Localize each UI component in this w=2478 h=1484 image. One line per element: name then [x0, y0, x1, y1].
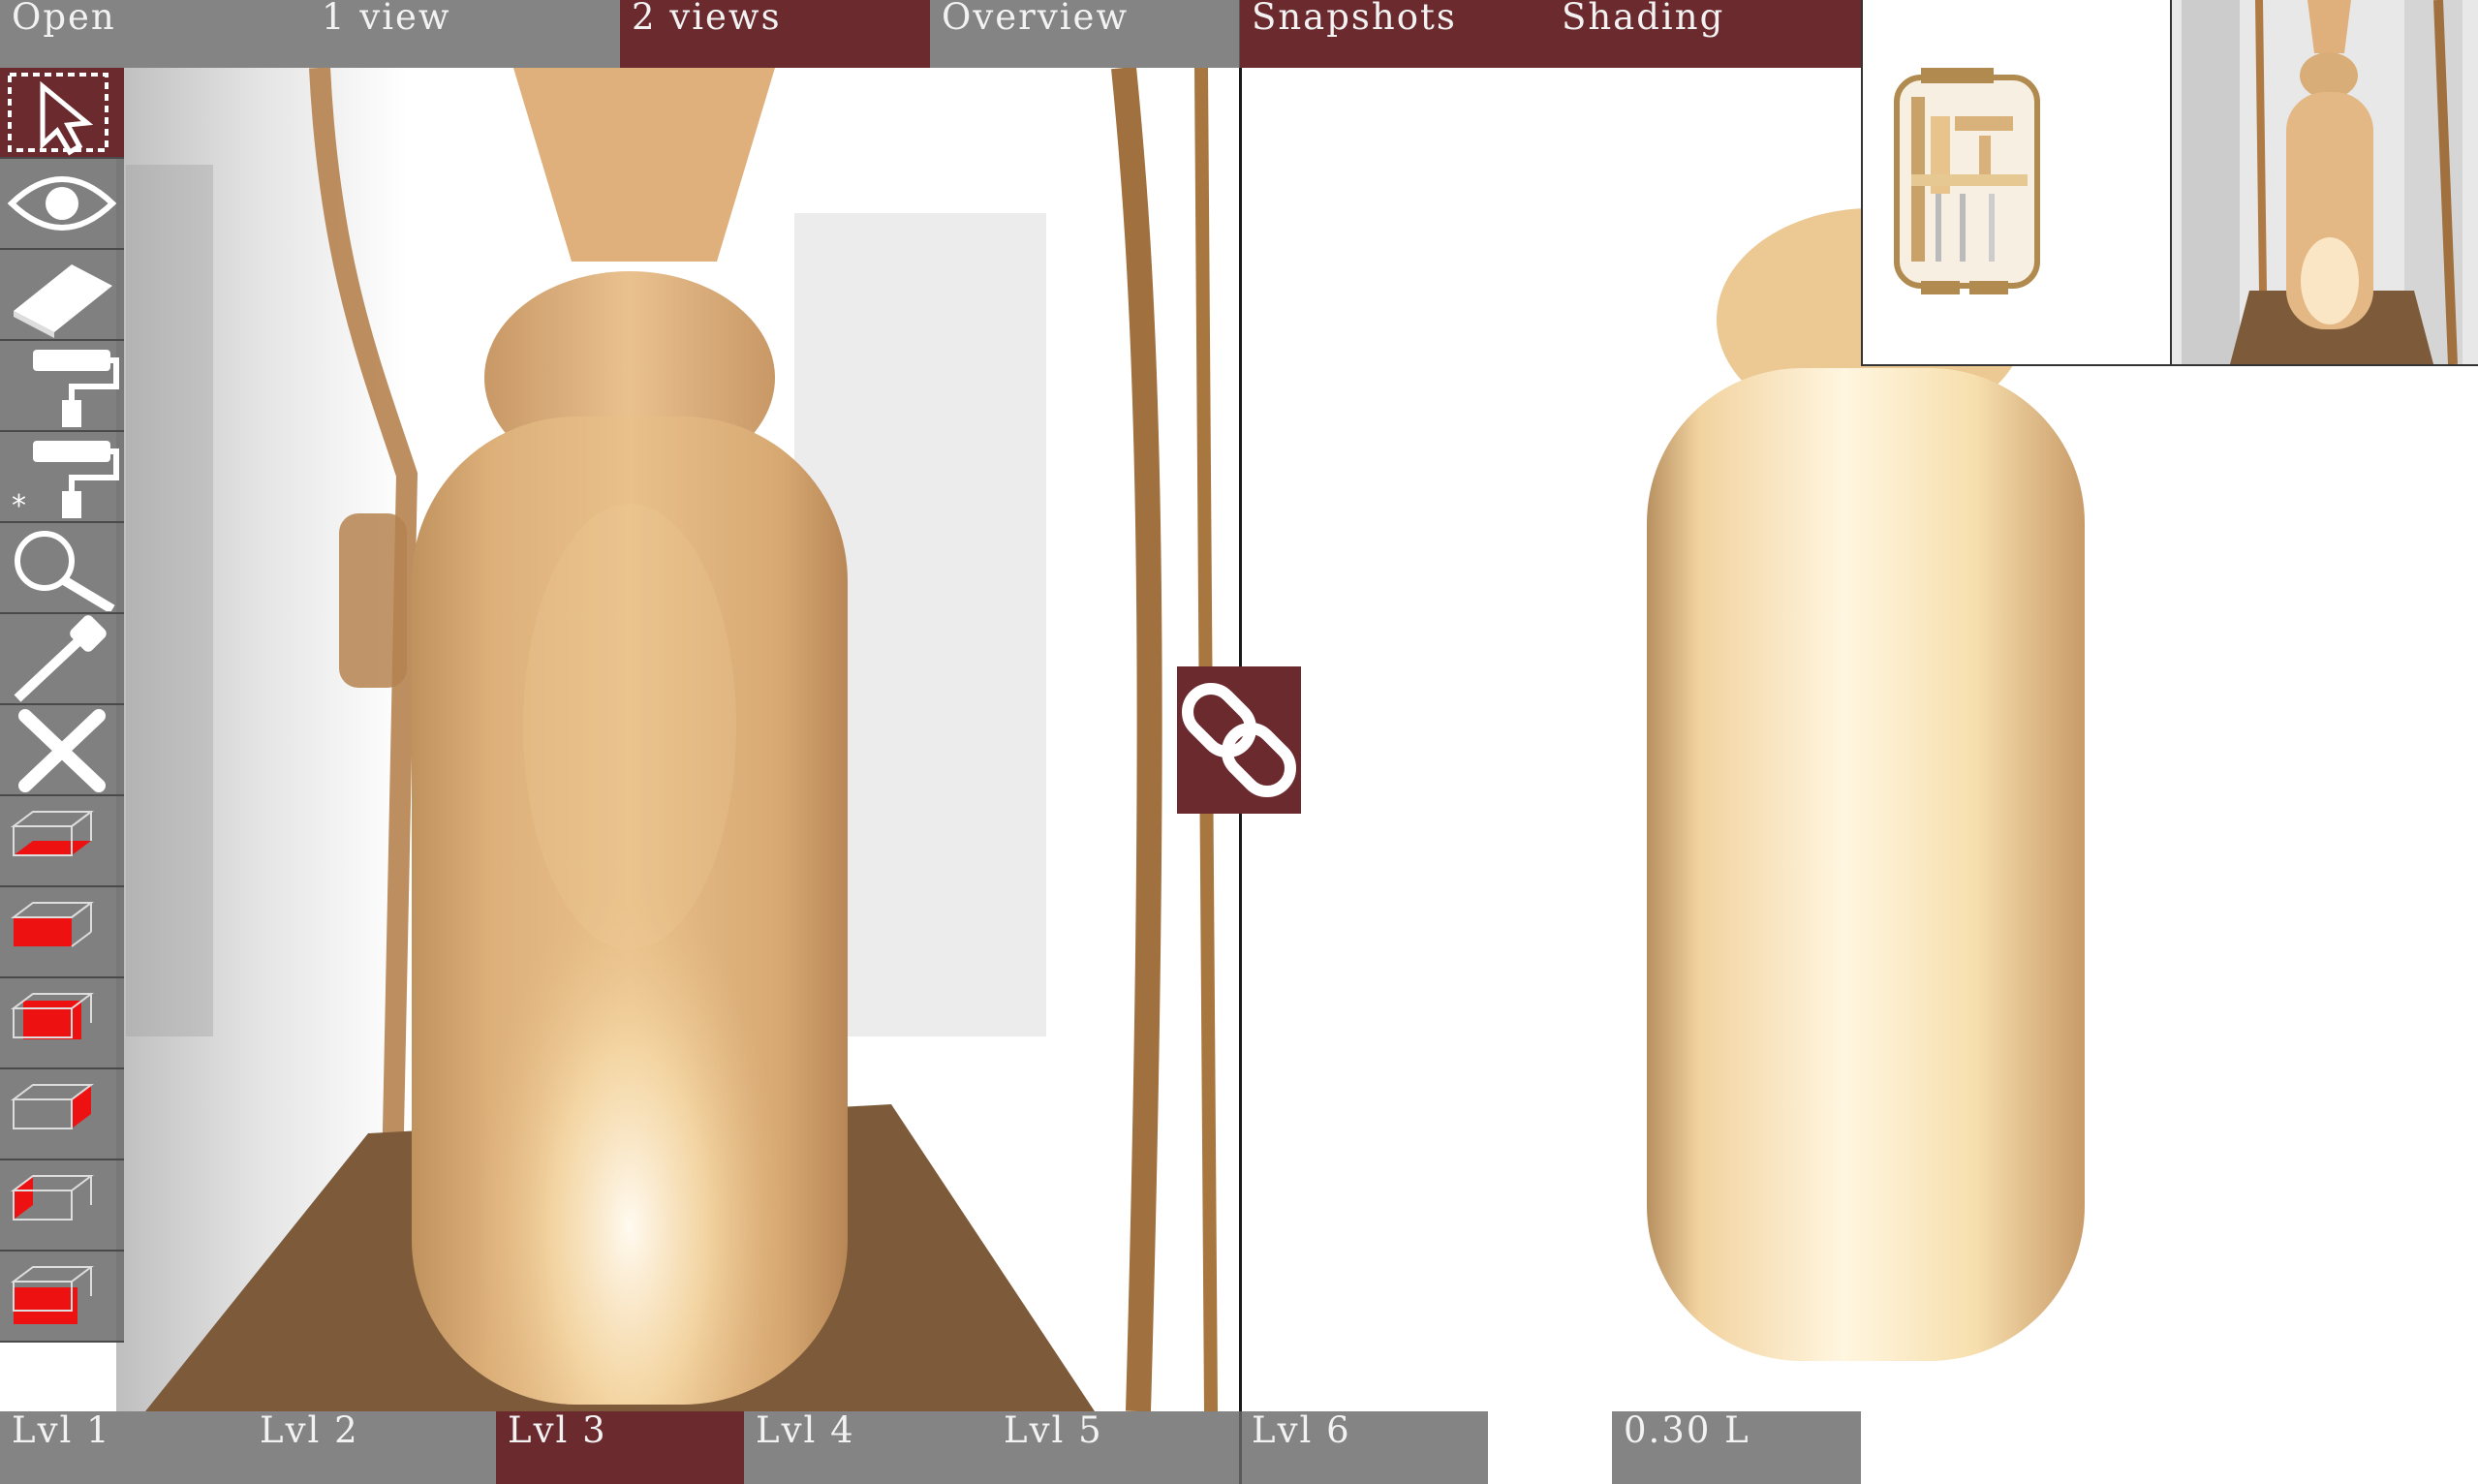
menu-overview-button[interactable]: Overview [930, 0, 1240, 68]
delete-tool-button[interactable] [0, 705, 124, 796]
left-3d-viewport[interactable] [0, 68, 1239, 1411]
view-bottom-button[interactable] [0, 796, 124, 887]
menu-snapshots-button[interactable]: Snapshots [1240, 0, 1550, 68]
paint-roller-icon [33, 350, 119, 427]
level-1-button[interactable]: Lvl 1 [0, 1411, 248, 1484]
select-tool-button[interactable] [0, 68, 124, 159]
menu-2-views-button[interactable]: 2 views [620, 0, 930, 68]
chain-link-icon [1182, 683, 1296, 797]
level-bar: Lvl 1 Lvl 2 Lvl 3 Lvl 4 Lvl 5 Lvl 6 0.30… [0, 1411, 1861, 1484]
view-right-button[interactable] [0, 1069, 124, 1160]
menu-open-button[interactable]: Open [0, 0, 310, 68]
eye-icon [7, 176, 117, 231]
left-render-canvas [116, 68, 1218, 1411]
cube-view-right-icon [11, 1084, 94, 1129]
level-5-button[interactable]: Lvl 5 [992, 1411, 1240, 1484]
paint-roller-star-icon: * [12, 441, 119, 520]
top-menu-bar: Open 1 view 2 views Overview Snapshots S… [0, 0, 1861, 68]
cube-view-bottom-icon [11, 811, 94, 856]
cube-view-top-icon [11, 993, 94, 1039]
cube-view-front-icon [11, 902, 94, 947]
view-back-button[interactable] [0, 1252, 124, 1343]
view-top-button[interactable] [0, 978, 124, 1069]
level-4-button[interactable]: Lvl 4 [744, 1411, 992, 1484]
overview-thumbnail[interactable] [1861, 0, 2170, 366]
select-arrow-icon [8, 73, 108, 156]
visibility-tool-button[interactable] [0, 159, 124, 250]
eyedropper-icon [14, 615, 107, 702]
level-6-button[interactable]: Lvl 6 [1240, 1411, 1488, 1484]
view-thumbnail-image [2172, 0, 2478, 364]
view-thumbnail[interactable] [2170, 0, 2478, 366]
magnifier-icon [15, 531, 115, 611]
menu-1-view-label: 1 view [322, 0, 451, 38]
svg-text:*: * [12, 489, 26, 520]
suitcase-overview-image [1894, 68, 2040, 294]
volume-readout: 0.30 L [1612, 1411, 1861, 1484]
paint-roller-tool-button[interactable] [0, 341, 124, 432]
menu-1-view-button[interactable]: 1 view [310, 0, 620, 68]
level-3-button[interactable]: Lvl 3 [496, 1411, 744, 1484]
left-toolbar: * [0, 68, 124, 1371]
cube-view-back-icon [11, 1266, 94, 1324]
eyedropper-tool-button[interactable] [0, 614, 124, 705]
view-left-button[interactable] [0, 1160, 124, 1252]
level-2-button[interactable]: Lvl 2 [248, 1411, 496, 1484]
zoom-tool-button[interactable] [0, 523, 124, 614]
eraser-icon [14, 264, 112, 338]
eraser-tool-button[interactable] [0, 250, 124, 341]
view-front-button[interactable] [0, 887, 124, 978]
paint-roller-star-tool-button[interactable]: * [0, 432, 124, 523]
link-views-button[interactable] [1177, 666, 1301, 814]
menu-shading-button[interactable]: Shading [1550, 0, 1861, 68]
cube-view-left-icon [11, 1175, 94, 1221]
close-icon [18, 709, 106, 792]
